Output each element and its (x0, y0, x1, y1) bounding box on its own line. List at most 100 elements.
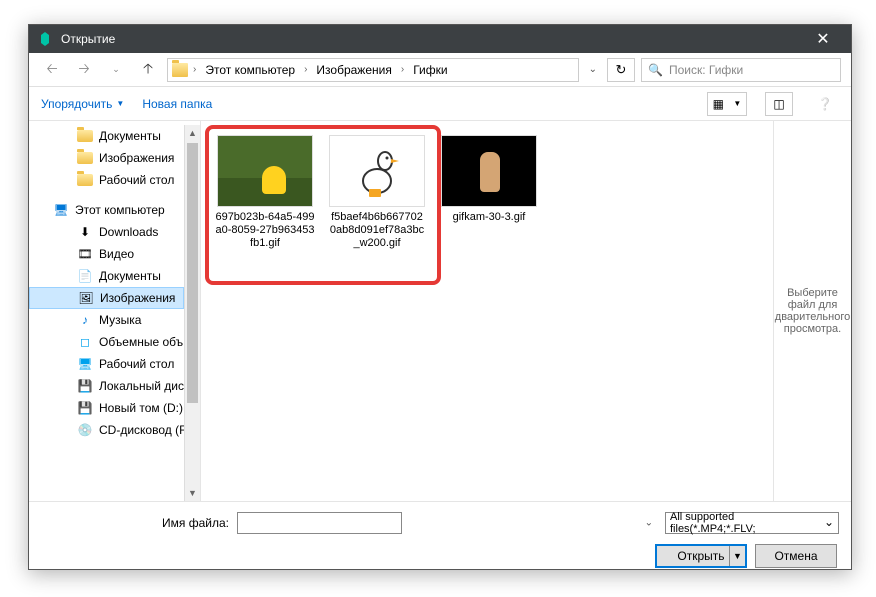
file-list[interactable]: 697b023b-64a5-499a0-8059-27b963453fb1.gi… (201, 121, 773, 501)
breadcrumb-root[interactable]: Этот компьютер (201, 61, 299, 79)
sidebar-item-desktop2[interactable]: 🖥Рабочий стол (29, 353, 184, 375)
address-bar: 🡠 🡢 ⌄ 🡡 › Этот компьютер › Изображения ›… (29, 53, 851, 87)
dropdown-icon: ▼ (733, 99, 741, 108)
scroll-up-icon[interactable]: ▲ (185, 125, 200, 141)
filetype-filter[interactable]: All supported files(*.MP4;*.FLV; (665, 512, 839, 534)
filter-label: All supported files(*.MP4;*.FLV; (670, 511, 820, 535)
up-button[interactable]: 🡡 (135, 57, 161, 83)
file-name: gifkam-30-3.gif (437, 211, 541, 224)
sidebar-item-newvol[interactable]: 💾 Новый том (D:) (29, 397, 184, 419)
bottom-bar: Имя файла: ⌄ All supported files(*.MP4;*… (29, 501, 851, 578)
newfolder-button[interactable]: Новая папка (142, 97, 212, 111)
file-thumbnail (329, 135, 425, 207)
video-icon: 🎞 (77, 246, 93, 262)
sidebar-label: Новый том (D:) (99, 401, 183, 415)
search-placeholder: Поиск: Гифки (669, 63, 743, 77)
sidebar-label: Документы (99, 129, 161, 143)
sidebar-label: Рабочий стол (99, 357, 174, 371)
body-area: Документы Изображения Рабочий стол 🖥 Этот… (29, 121, 851, 501)
sidebar-item-downloads[interactable]: ⬇ Downloads (29, 221, 184, 243)
open-label: Открыть (677, 549, 724, 563)
address-dropdown[interactable]: ⌄ (585, 64, 601, 75)
file-item[interactable]: f5baef4b6b667702 0ab8d091ef78a3bc_w200.g… (321, 129, 433, 257)
sidebar-item-music[interactable]: ♪ Музыка (29, 309, 184, 331)
titlebar: Открытие ✕ (29, 25, 851, 53)
filename-input[interactable] (237, 512, 402, 534)
sidebar-label: Этот компьютер (75, 203, 165, 217)
view-mode-button[interactable]: ▦ ▼ (707, 92, 747, 116)
sidebar-item-images[interactable]: Изображения (29, 147, 184, 169)
disk-icon: 💾 (77, 400, 93, 416)
search-icon: 🔍 (648, 63, 663, 77)
app-icon (37, 31, 53, 47)
file-open-dialog: Открытие ✕ 🡠 🡢 ⌄ 🡡 › Этот компьютер › Из… (28, 24, 852, 570)
file-name: f5baef4b6b667702 0ab8d091ef78a3bc_w200.g… (325, 211, 429, 251)
sidebar-label: Изображения (99, 151, 174, 165)
file-thumbnail (217, 135, 313, 207)
sidebar-item-localdisk[interactable]: 💾 Локальный дис (29, 375, 184, 397)
back-button[interactable]: 🡠 (39, 57, 65, 83)
folder-icon (172, 63, 188, 77)
sidebar-item-pc[interactable]: 🖥 Этот компьютер (29, 199, 184, 221)
search-input[interactable]: 🔍 Поиск: Гифки (641, 58, 841, 82)
breadcrumb-box[interactable]: › Этот компьютер › Изображения › Гифки (167, 58, 579, 82)
cancel-button[interactable]: Отмена (755, 544, 837, 568)
breadcrumb-leaf[interactable]: Гифки (409, 61, 451, 79)
sidebar-label: Объемные объ (99, 335, 183, 349)
sidebar-label: Видео (99, 247, 134, 261)
window-title: Открытие (61, 32, 803, 46)
sidebar-item-docs[interactable]: 📄 Документы (29, 265, 184, 287)
preview-pane-toggle[interactable]: ◫ (765, 92, 793, 116)
preview-text: Выберите файл для дварительного просмотр… (775, 287, 850, 335)
dropdown-icon: ▼ (116, 99, 124, 108)
icons-view-icon: ▦ (713, 97, 724, 111)
cd-icon: 💿 (77, 422, 93, 438)
docs-icon: 📄 (77, 268, 93, 284)
file-item[interactable]: 697b023b-64a5-499a0-8059-27b963453fb1.gi… (209, 129, 321, 257)
open-dropdown[interactable]: ▼ (729, 546, 745, 566)
pc-icon: 🖥 (53, 202, 69, 218)
scroll-thumb[interactable] (187, 143, 198, 403)
sidebar-item-3d[interactable]: ◻ Объемные объ (29, 331, 184, 353)
help-button[interactable]: ❔ (811, 92, 839, 116)
sidebar-label: Музыка (99, 313, 141, 327)
close-button[interactable]: ✕ (803, 25, 843, 53)
sidebar-label: Рабочий стол (99, 173, 174, 187)
downloads-icon: ⬇ (77, 224, 93, 240)
sidebar-label: Документы (99, 269, 161, 283)
nav-sidebar: Документы Изображения Рабочий стол 🖥 Этот… (29, 121, 201, 501)
disk-icon: 💾 (77, 378, 93, 394)
music-icon: ♪ (77, 312, 93, 328)
sidebar-item-cd[interactable]: 💿 CD-дисковод (F (29, 419, 184, 441)
chevron-icon: › (398, 64, 407, 75)
sidebar-label: Изображения (100, 291, 175, 305)
recent-dropdown[interactable]: ⌄ (103, 57, 129, 83)
file-item[interactable]: gifkam-30-3.gif (433, 129, 545, 230)
sidebar-scrollbar[interactable]: ▲ ▼ (184, 125, 200, 501)
organize-label: Упорядочить (41, 97, 112, 111)
help-icon: ❔ (818, 97, 833, 111)
toolbar: Упорядочить ▼ Новая папка ▦ ▼ ◫ ❔ (29, 87, 851, 121)
3d-icon: ◻ (77, 334, 93, 350)
sidebar-label: Локальный дис (99, 379, 184, 393)
sidebar-item-desktop[interactable]: Рабочий стол (29, 169, 184, 191)
sidebar-label: Downloads (99, 225, 158, 239)
breadcrumb-mid[interactable]: Изображения (312, 61, 395, 79)
images-icon: 🖼 (78, 290, 94, 306)
scroll-down-icon[interactable]: ▼ (185, 485, 200, 501)
refresh-button[interactable]: ↻ (607, 58, 635, 82)
filename-label: Имя файла: (41, 516, 229, 530)
sidebar-item-documents[interactable]: Документы (29, 125, 184, 147)
forward-button: 🡢 (71, 57, 97, 83)
sidebar-label: CD-дисковод (F (99, 423, 184, 437)
file-thumbnail (441, 135, 537, 207)
organize-button[interactable]: Упорядочить ▼ (41, 97, 124, 111)
sidebar-item-images-selected[interactable]: 🖼 Изображения (29, 287, 184, 309)
chevron-icon: › (190, 64, 199, 75)
sidebar-item-video[interactable]: 🎞 Видео (29, 243, 184, 265)
preview-pane-icon: ◫ (773, 97, 784, 111)
open-button[interactable]: Открыть ▼ (655, 544, 747, 568)
chevron-icon: › (301, 64, 310, 75)
file-name: 697b023b-64a5-499a0-8059-27b963453fb1.gi… (213, 211, 317, 251)
dropdown-icon[interactable]: ⌄ (645, 518, 653, 529)
